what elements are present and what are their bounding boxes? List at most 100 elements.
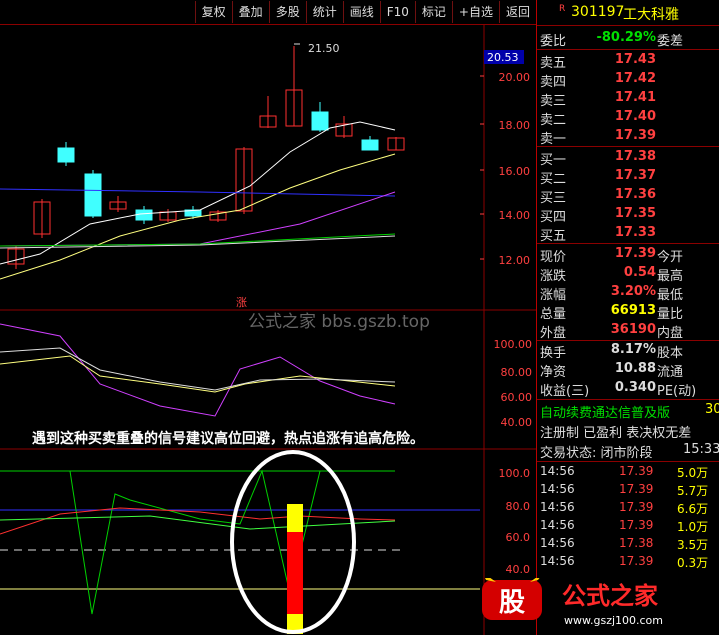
bid-row: 买五 17.33: [537, 225, 719, 244]
ask-row: 卖一 17.39: [537, 128, 719, 147]
toolbar-button-7[interactable]: +自选: [451, 1, 499, 23]
quote-label-right: 最低: [657, 288, 684, 303]
high-label: 21.50: [308, 42, 340, 55]
ask-label: 卖五: [540, 56, 567, 71]
quote2-row: 换手 8.17% 股本: [537, 342, 719, 361]
bottom-axis-label: 40.0: [506, 563, 531, 576]
stock-name: 工大科雅: [623, 7, 679, 23]
ask-row: 卖四 17.42: [537, 71, 719, 90]
bid-price: 17.36: [614, 187, 656, 202]
bid-row: 买四 17.35: [537, 206, 719, 225]
candle-body: [84, 173, 102, 217]
stock-badge: R: [559, 4, 566, 14]
ask-label: 卖四: [540, 75, 567, 90]
toolbar-button-8[interactable]: 返回: [498, 1, 536, 23]
stock-header: R 301197 工大科雅: [537, 4, 719, 23]
tick-volume: 5.7万: [677, 484, 709, 498]
ask-price: 17.41: [614, 90, 656, 105]
quote2-label-right: PE(动): [657, 384, 697, 399]
ask-row: 卖二 17.40: [537, 109, 719, 128]
tick-row: 14:56 17.39 5.7万: [537, 482, 719, 500]
ask-price: 17.39: [614, 128, 656, 143]
weibi-label: 委比: [540, 34, 567, 49]
tick-time: 14:56: [540, 464, 575, 478]
indicator-k-line: [0, 323, 396, 417]
quote-label: 涨跌: [540, 269, 567, 284]
weicha-label: 委差: [657, 34, 684, 49]
ask-label: 卖二: [540, 113, 567, 128]
watermark-text: 公式之家 bbs.gszb.top: [248, 312, 430, 332]
toolbar-button-1[interactable]: 叠加: [231, 1, 269, 23]
tick-price: 17.38: [619, 536, 654, 550]
quote2-label: 换手: [540, 346, 567, 361]
quote-value: 17.39: [614, 246, 656, 261]
toolbar-button-4[interactable]: 画线: [342, 1, 380, 23]
bid-row: 买三 17.36: [537, 187, 719, 206]
quote-label: 现价: [540, 250, 567, 265]
zhang-marker: 涨: [236, 296, 247, 309]
quote2-value: 0.340: [614, 380, 656, 395]
bid-row: 买一 17.38: [537, 149, 719, 168]
quote2-label: 收益(三): [540, 384, 590, 399]
quote-value: 66913: [610, 303, 656, 318]
ask-price: 17.42: [614, 71, 656, 86]
mid-axis-label: 40.00: [501, 416, 533, 429]
candle-body: [135, 209, 153, 221]
toolbar-button-5[interactable]: F10: [379, 1, 415, 23]
tick-price: 17.39: [619, 554, 654, 568]
annotation-note: 遇到这种买卖重叠的信号建议高位回避，热点追涨有追高危险。: [32, 431, 424, 447]
candle-body: [361, 139, 379, 151]
bid-label: 买四: [540, 210, 567, 225]
tick-row: 14:56 17.39 0.3万: [537, 554, 719, 572]
ask-label: 卖三: [540, 94, 567, 109]
tick-time: 14:56: [540, 482, 575, 496]
tick-volume: 0.3万: [677, 556, 709, 570]
bid-label: 买三: [540, 191, 567, 206]
quote-row: 总量 66913 量比: [537, 303, 719, 322]
quote-label-right: 最高: [657, 269, 684, 284]
chart-toolbar: 复权 叠加 多股 统计 画线 F10 标记 +自选 返回: [0, 0, 536, 25]
price-axis-label: 12.00: [499, 254, 531, 267]
quote-value: 3.20%: [610, 284, 656, 299]
tick-volume: 6.6万: [677, 502, 709, 516]
toolbar-button-3[interactable]: 统计: [305, 1, 343, 23]
tick-row: 14:56 17.38 3.5万: [537, 536, 719, 554]
quote-panel: R 301197 工大科雅 委比 -80.29% 委差 自动续费通达信普及版 3…: [536, 0, 719, 635]
mid-axis-label: 80.00: [501, 366, 533, 379]
toolbar-button-2[interactable]: 多股: [268, 1, 306, 23]
tick-time: 14:56: [540, 554, 575, 568]
candle-body: [57, 147, 75, 163]
quote-value: 36190: [610, 322, 656, 337]
mid-axis-label: 100.00: [494, 338, 533, 351]
trend-line: [0, 507, 396, 535]
price-axis-label: 18.00: [499, 119, 531, 132]
bid-label: 买二: [540, 172, 567, 187]
toolbar-button-6[interactable]: 标记: [414, 1, 452, 23]
tick-volume: 5.0万: [677, 466, 709, 480]
tick-price: 17.39: [619, 482, 654, 496]
bottom-axis-label: 80.0: [506, 500, 531, 513]
tick-time: 14:56: [540, 500, 575, 514]
tick-row: 14:56 17.39 1.0万: [537, 518, 719, 536]
info-line-3-time: 15:33:: [683, 442, 719, 457]
info-line-1-extra: 30: [705, 402, 719, 417]
tick-row: 14:56 17.39 5.0万: [537, 464, 719, 482]
price-axis-label: 14.00: [499, 209, 531, 222]
logo-url: www.gszj100.com: [564, 614, 663, 627]
tick-time: 14:56: [540, 518, 575, 532]
toolbar-button-0[interactable]: 复权: [194, 1, 232, 23]
quote-label-right: 量比: [657, 307, 684, 322]
tick-price: 17.39: [619, 518, 654, 532]
info-line-3: 交易状态: 闭市阶段 15:33:: [537, 442, 719, 461]
logo-text: 公式之家: [562, 582, 658, 610]
info-line-1-text: 自动续费通达信普及版: [540, 406, 671, 421]
ma30-line: [0, 191, 396, 247]
bid-price: 17.33: [614, 225, 656, 240]
quote-value: 0.54: [623, 265, 656, 280]
quote2-row: 收益(三) 0.340 PE(动): [537, 380, 719, 399]
indicator-j-line: [0, 347, 396, 391]
bid-price: 17.37: [614, 168, 656, 183]
bid-price: 17.35: [614, 206, 656, 221]
tick-volume: 1.0万: [677, 520, 709, 534]
ma60-line: [0, 233, 396, 247]
